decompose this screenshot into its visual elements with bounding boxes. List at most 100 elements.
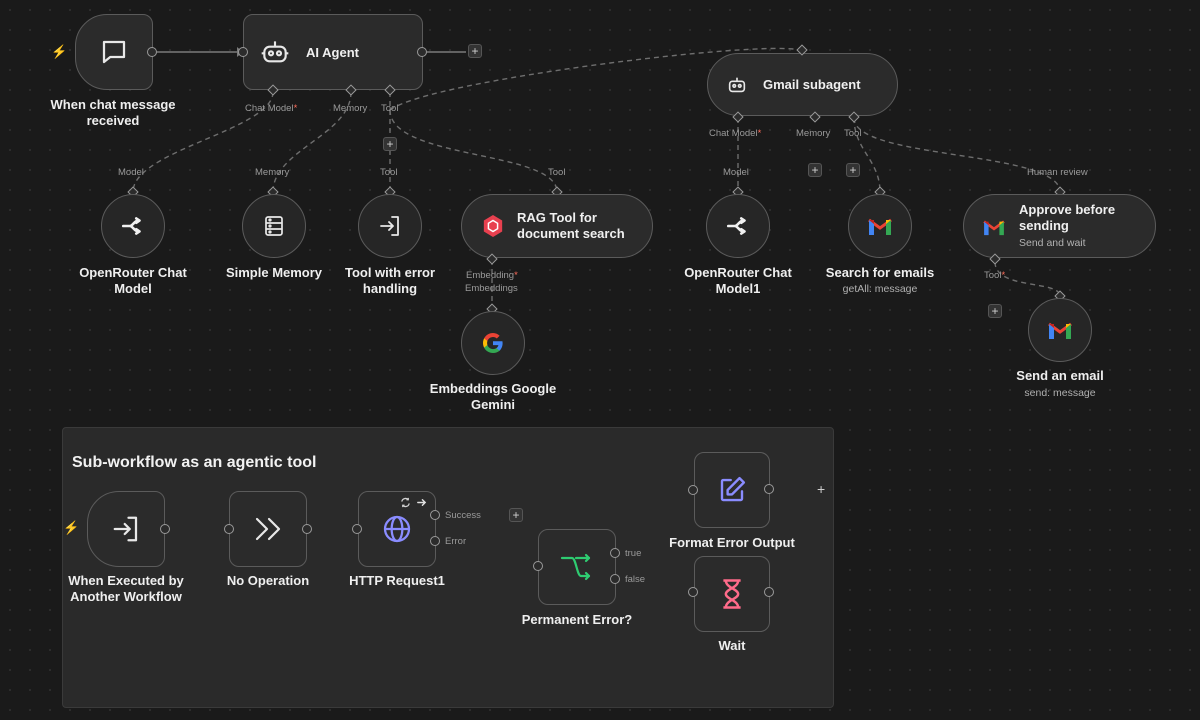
model-port-label: Model bbox=[723, 167, 749, 178]
search-emails-title: Search for emails bbox=[825, 265, 935, 280]
chat-trigger-node[interactable] bbox=[75, 14, 153, 90]
add-node-button[interactable]: + bbox=[509, 508, 523, 522]
input-port[interactable] bbox=[238, 47, 248, 57]
approve-subtitle: Send and wait bbox=[1019, 237, 1086, 249]
openrouter-node[interactable] bbox=[101, 194, 165, 258]
openrouter1-title: OpenRouter Chat bbox=[684, 265, 792, 280]
trigger-bolt-icon: ⚡ bbox=[63, 520, 80, 535]
exec-trigger-node[interactable] bbox=[87, 491, 165, 567]
no-op-node[interactable] bbox=[229, 491, 307, 567]
chat-bubble-icon bbox=[76, 15, 152, 89]
tool-port-label: Tool bbox=[844, 128, 862, 139]
false-port-label: false bbox=[625, 574, 646, 585]
rag-tool-label: RAG Tool for document search bbox=[517, 210, 625, 242]
tool-error-node[interactable] bbox=[358, 194, 422, 258]
add-memory-button[interactable]: + bbox=[808, 163, 822, 177]
sign-in-icon bbox=[88, 492, 164, 566]
add-tool-button[interactable]: + bbox=[383, 137, 397, 151]
send-email-node[interactable] bbox=[1028, 298, 1092, 362]
workflow-canvas[interactable]: Sub-workflow as an agentic tool ⚡ When c… bbox=[0, 0, 1200, 720]
tool-port-label: Tool bbox=[381, 103, 399, 114]
output-port[interactable] bbox=[417, 47, 427, 57]
database-icon bbox=[243, 195, 304, 256]
edit-icon bbox=[695, 453, 769, 527]
http-request-title: HTTP Request1 bbox=[349, 573, 445, 588]
embeddings-title2: Gemini bbox=[470, 397, 516, 412]
memory-port-label: Memory bbox=[255, 167, 290, 178]
port-text: Embedding bbox=[466, 270, 515, 281]
simple-memory-node[interactable] bbox=[242, 194, 306, 258]
embeddings-node[interactable] bbox=[461, 311, 525, 375]
error-port-label: Error bbox=[445, 536, 467, 547]
approve-label: Approve before sending bbox=[1019, 202, 1115, 234]
search-emails-node[interactable] bbox=[848, 194, 912, 258]
openrouter1-node[interactable] bbox=[706, 194, 770, 258]
input-port[interactable] bbox=[688, 485, 698, 495]
edge-gmail-tool-approve bbox=[853, 117, 1061, 193]
tool-error-title2: handling bbox=[362, 281, 418, 296]
permanent-error-title: Permanent Error? bbox=[521, 612, 633, 627]
http-request-node[interactable] bbox=[358, 491, 436, 567]
embedding-port-label: Embedding* bbox=[466, 270, 518, 281]
input-port[interactable] bbox=[224, 524, 234, 534]
robot-icon bbox=[724, 72, 750, 98]
robot-icon bbox=[258, 35, 292, 69]
ai-agent-node[interactable]: AI Agent bbox=[243, 14, 423, 90]
tool-port-label: Tool bbox=[380, 167, 398, 178]
trigger-bolt-icon: ⚡ bbox=[51, 44, 68, 59]
openrouter-icon bbox=[707, 195, 768, 256]
gmail-icon bbox=[1029, 299, 1090, 360]
send-email-subtitle: send: message bbox=[1024, 387, 1096, 399]
add-tool-button[interactable]: + bbox=[846, 163, 860, 177]
false-port[interactable] bbox=[610, 574, 620, 584]
gmail-subagent-title: Gmail subagent bbox=[763, 77, 861, 92]
openrouter-title2: Model bbox=[114, 281, 152, 296]
rag-tool-title2: document search bbox=[517, 226, 625, 241]
true-port-label: true bbox=[625, 548, 642, 559]
format-error-node[interactable] bbox=[694, 452, 770, 528]
error-port[interactable] bbox=[430, 536, 440, 546]
openrouter1-title2: Model1 bbox=[715, 281, 761, 296]
output-port[interactable] bbox=[160, 524, 170, 534]
wait-node[interactable] bbox=[694, 556, 770, 632]
exec-trigger-title: When Executed by bbox=[68, 573, 184, 588]
double-chevron-right-icon bbox=[230, 492, 306, 566]
output-port[interactable] bbox=[764, 587, 774, 597]
tool-error-label: Tool with error handling bbox=[330, 265, 450, 297]
openrouter-icon bbox=[102, 195, 163, 256]
rag-tool-node[interactable]: RAG Tool for document search bbox=[461, 194, 653, 258]
human-review-port-label: Human review bbox=[1027, 167, 1088, 178]
simple-memory-title: Simple Memory bbox=[225, 265, 323, 280]
approve-title2: sending bbox=[1019, 218, 1069, 233]
hourglass-icon bbox=[695, 557, 769, 631]
true-port[interactable] bbox=[610, 548, 620, 558]
google-icon bbox=[462, 312, 523, 373]
port-text: Chat Model bbox=[709, 128, 758, 139]
globe-icon bbox=[359, 492, 435, 566]
openrouter-label: OpenRouter Chat Model bbox=[63, 265, 203, 297]
success-port-label: Success bbox=[445, 510, 481, 521]
chat-model-port-label: Chat Model* bbox=[245, 103, 297, 114]
approve-node[interactable]: Approve before sending Send and wait bbox=[963, 194, 1156, 258]
approve-title: Approve before bbox=[1019, 202, 1116, 217]
port-text: Tool bbox=[984, 270, 1002, 281]
add-node-button[interactable]: + bbox=[468, 44, 482, 58]
add-tool-button[interactable]: + bbox=[988, 304, 1002, 318]
switch-icon bbox=[539, 530, 615, 604]
success-port[interactable] bbox=[430, 510, 440, 520]
output-port[interactable] bbox=[764, 484, 774, 494]
input-port[interactable] bbox=[688, 587, 698, 597]
memory-port-label: Memory bbox=[333, 103, 368, 114]
vector-store-icon bbox=[480, 213, 506, 239]
chat-trigger-title: When chat message bbox=[50, 97, 176, 112]
no-op-title: No Operation bbox=[226, 573, 310, 588]
output-port[interactable] bbox=[302, 524, 312, 534]
input-port[interactable] bbox=[352, 524, 362, 534]
output-port[interactable] bbox=[147, 47, 157, 57]
input-port[interactable] bbox=[533, 561, 543, 571]
embeddings-label: Embeddings Google Gemini bbox=[418, 381, 568, 413]
required-mark: * bbox=[1001, 270, 1006, 281]
add-node-button[interactable]: + bbox=[817, 482, 825, 496]
gmail-subagent-node[interactable]: Gmail subagent bbox=[707, 53, 898, 116]
permanent-error-node[interactable] bbox=[538, 529, 616, 605]
